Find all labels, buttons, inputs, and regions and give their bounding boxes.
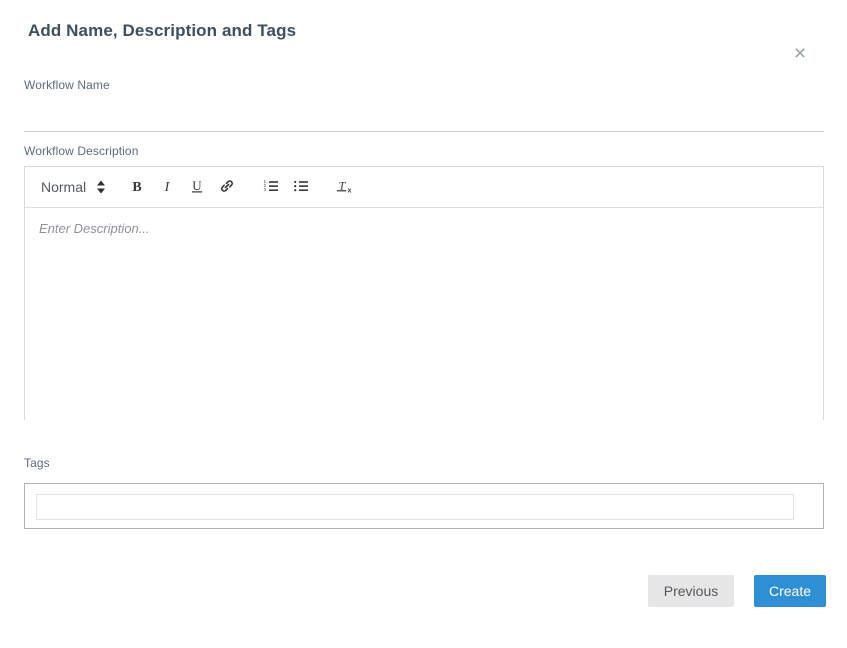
svg-text:I: I [164, 180, 171, 194]
format-select[interactable]: Normal [41, 173, 106, 201]
description-editor-area[interactable]: Enter Description... [25, 208, 823, 420]
modal-footer: Previous Create [0, 575, 847, 620]
format-select-label: Normal [41, 179, 87, 195]
rich-text-editor: Normal B I U 1 2 3 T x Enter Description… [24, 166, 824, 420]
italic-button[interactable]: I [153, 173, 181, 201]
editor-toolbar: Normal B I U 1 2 3 T x [25, 167, 823, 208]
tags-label: Tags [24, 456, 50, 470]
ordered-list-button[interactable]: 1 2 3 [257, 173, 285, 201]
underline-icon: U [189, 178, 205, 197]
modal-header: Add Name, Description and Tags × [0, 0, 847, 66]
underline-button[interactable]: U [183, 173, 211, 201]
previous-button[interactable]: Previous [648, 575, 734, 607]
svg-text:B: B [132, 180, 141, 194]
tags-field-container[interactable] [24, 483, 824, 529]
close-icon[interactable]: × [788, 42, 812, 66]
clear-format-button[interactable]: T x [331, 173, 359, 201]
svg-text:U: U [192, 178, 202, 193]
page-title: Add Name, Description and Tags [28, 21, 297, 40]
workflow-name-label: Workflow Name [24, 78, 110, 92]
svg-text:x: x [348, 187, 352, 193]
bold-button[interactable]: B [123, 173, 151, 201]
link-icon [219, 178, 235, 197]
add-name-description-tags-modal: Add Name, Description and Tags × Workflo… [0, 0, 847, 648]
bold-icon: B [129, 178, 145, 197]
workflow-description-label: Workflow Description [24, 144, 139, 158]
workflow-name-input[interactable] [24, 102, 824, 132]
link-button[interactable] [213, 173, 241, 201]
create-button[interactable]: Create [754, 575, 826, 607]
italic-icon: I [159, 178, 175, 197]
bullet-list-button[interactable] [287, 173, 315, 201]
description-placeholder: Enter Description... [39, 221, 150, 236]
ordered-list-icon: 1 2 3 [263, 178, 279, 197]
clear-formatting-icon: T x [336, 178, 354, 197]
chevron-updown-icon [96, 180, 106, 195]
toolbar-spacer [316, 187, 330, 188]
bullet-list-icon [293, 178, 309, 197]
toolbar-spacer [242, 187, 256, 188]
svg-text:3: 3 [264, 187, 267, 192]
tags-input[interactable] [36, 494, 794, 520]
